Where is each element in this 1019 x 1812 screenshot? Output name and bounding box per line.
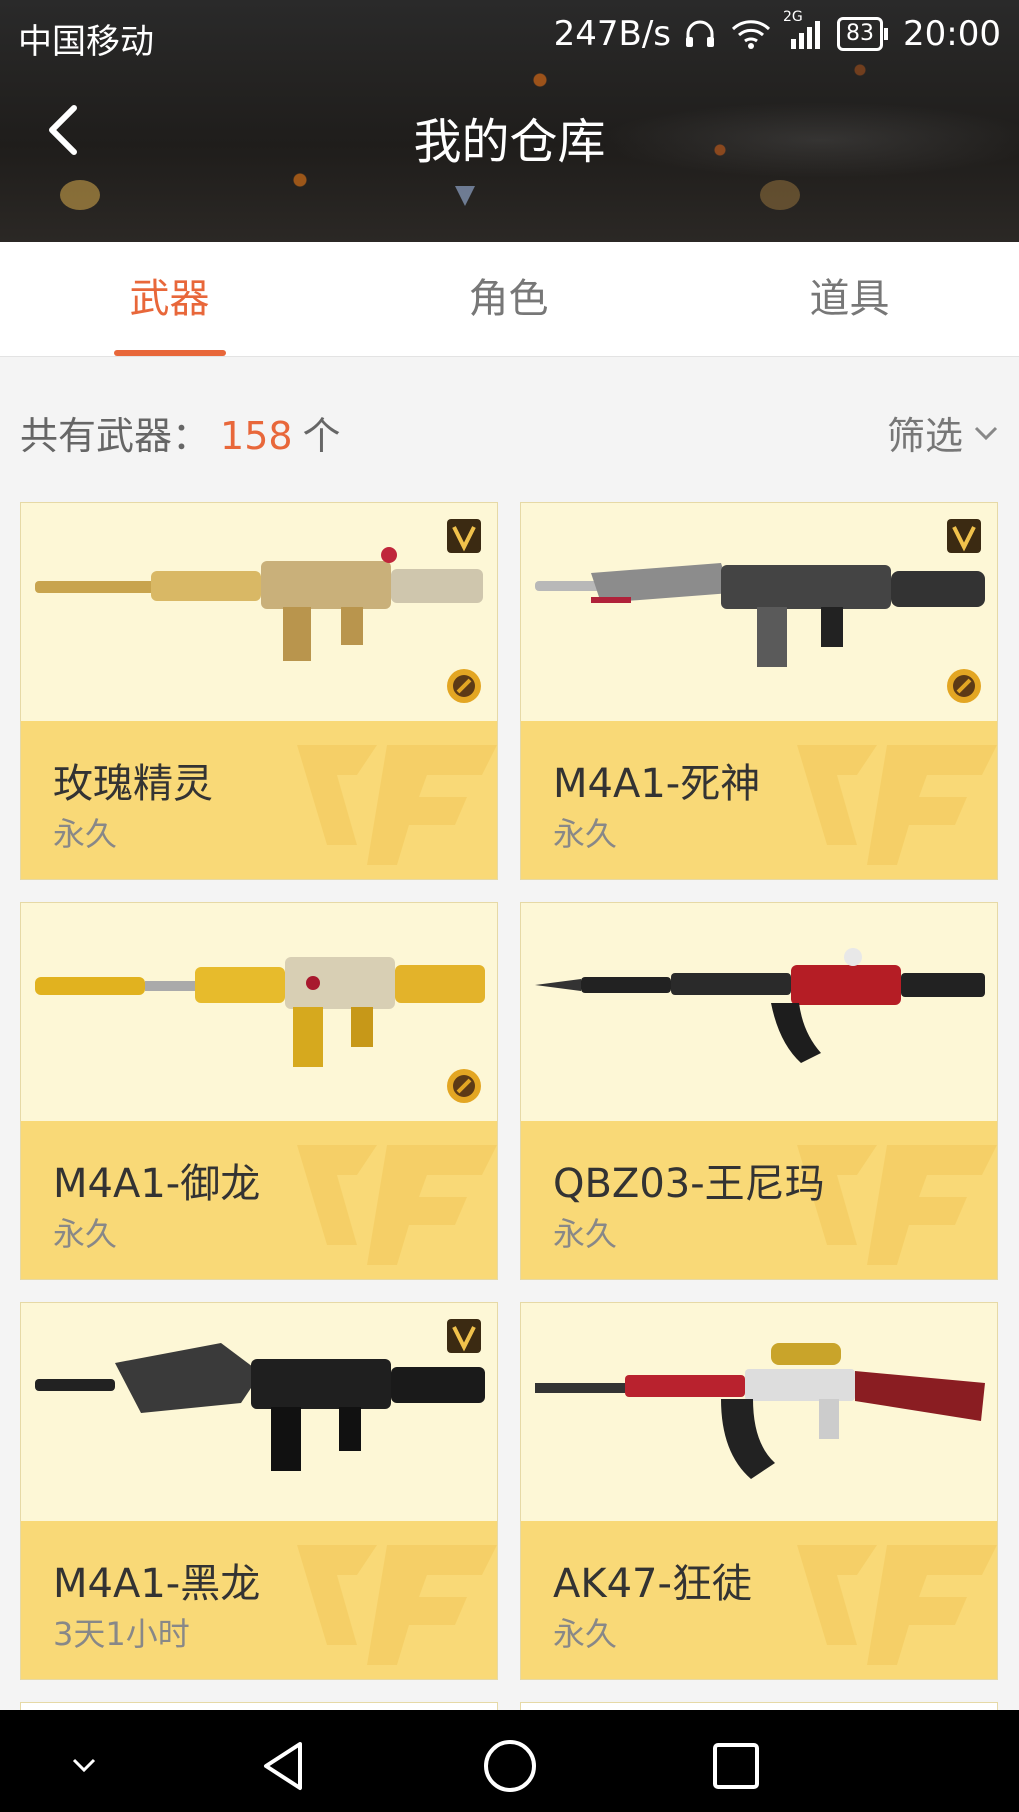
tab-items[interactable]: 道具 (680, 242, 1019, 356)
carrier-label: 中国移动 (18, 22, 154, 62)
battery-indicator: 83 (837, 17, 889, 51)
filter-button[interactable]: 筛选 (887, 405, 1001, 460)
chevron-down-icon (974, 426, 998, 440)
weapon-info: QBZ03-王尼玛 永久 (521, 1121, 997, 1279)
weapon-image (21, 503, 497, 721)
headphones-icon (683, 17, 717, 51)
rifle-illustration (35, 957, 485, 1067)
weapon-card[interactable]: QBZ03-王尼玛 永久 (520, 902, 998, 1280)
page-header: 中国移动 247B/s 2G 83 20:00 我的仓库 (0, 0, 1019, 242)
weapon-name: M4A1-死神 (553, 761, 761, 807)
weapon-info: M4A1-死神 永久 (521, 721, 997, 879)
weapon-duration: 永久 (553, 1615, 618, 1653)
tab-indicator (114, 350, 226, 356)
weapon-image (521, 503, 997, 721)
coin-badge-icon (947, 669, 981, 703)
cf-logo-watermark (797, 1545, 997, 1665)
weapon-image (521, 1303, 997, 1521)
weapon-duration: 永久 (553, 1215, 618, 1253)
weapon-image (21, 903, 497, 1121)
network-speed: 247B/s (553, 14, 672, 54)
weapon-image (21, 1303, 497, 1521)
triangle-back-icon (264, 1742, 302, 1790)
weapon-info: AK47-狂徒 永久 (521, 1521, 997, 1679)
rifle-illustration (535, 563, 985, 667)
page-title: 我的仓库 (413, 114, 606, 170)
cf-logo-watermark (797, 745, 997, 865)
vip-badge-icon (447, 1319, 481, 1353)
signal-icon: 2G (783, 9, 825, 51)
weapon-info: 玫瑰精灵 永久 (21, 721, 497, 879)
network-type: 2G (783, 9, 803, 25)
vip-badge-icon (947, 519, 981, 553)
hide-keyboard-button[interactable] (54, 1736, 114, 1796)
count-prefix: 共有武器： (20, 414, 211, 458)
weapon-name: M4A1-黑龙 (53, 1561, 261, 1607)
weapon-count: 158 (220, 414, 293, 458)
cf-logo-watermark (297, 1545, 497, 1665)
rifle-illustration (35, 547, 483, 661)
rifle-illustration (535, 1343, 985, 1479)
currency-stats (0, 180, 1019, 220)
stat-honor (760, 180, 800, 210)
weapon-card[interactable]: M4A1-死神 永久 (520, 502, 998, 880)
weapon-duration: 永久 (53, 815, 118, 853)
clock: 20:00 (903, 14, 1001, 54)
wifi-icon (729, 17, 773, 51)
weapon-duration: 3天1小时 (53, 1615, 190, 1653)
weapon-name: AK47-狂徒 (553, 1561, 752, 1607)
status-bar: 中国移动 247B/s 2G 83 20:00 (0, 0, 1019, 70)
square-recents-icon (713, 1743, 759, 1789)
weapon-info: M4A1-黑龙 3天1小时 (21, 1521, 497, 1679)
weapon-name: QBZ03-王尼玛 (553, 1161, 825, 1207)
category-tabs: 武器 角色 道具 (0, 242, 1019, 357)
weapon-card[interactable]: 玫瑰精灵 永久 (20, 502, 498, 880)
coin-badge-icon (447, 669, 481, 703)
weapon-name: M4A1-御龙 (53, 1161, 261, 1207)
coin-badge-icon (447, 1069, 481, 1103)
system-nav-bar (0, 1710, 1019, 1812)
weapon-card[interactable]: AK47-狂徒 永久 (520, 1302, 998, 1680)
stat-diamond (450, 180, 480, 210)
weapon-name: 玫瑰精灵 (53, 761, 213, 807)
chevron-down-icon (72, 1758, 96, 1773)
nav-back-button[interactable] (254, 1736, 314, 1796)
weapon-duration: 永久 (53, 1215, 118, 1253)
nav-recents-button[interactable] (706, 1736, 766, 1796)
weapon-image (521, 903, 997, 1121)
weapon-info: M4A1-御龙 永久 (21, 1121, 497, 1279)
honor-icon (760, 180, 800, 210)
weapon-count-summary: 共有武器： 158 个 (20, 405, 341, 460)
gold-coin-icon (60, 180, 100, 210)
count-suffix: 个 (302, 414, 341, 458)
weapon-card[interactable]: M4A1-御龙 永久 (20, 902, 498, 1280)
tab-characters[interactable]: 角色 (339, 242, 678, 356)
rifle-illustration (535, 948, 985, 1063)
weapon-duration: 永久 (553, 815, 618, 853)
vip-badge-icon (447, 519, 481, 553)
cf-logo-watermark (297, 1145, 497, 1265)
circle-home-icon (484, 1740, 536, 1792)
tab-weapons[interactable]: 武器 (0, 242, 339, 356)
stat-gold (60, 180, 100, 210)
status-right: 247B/s 2G 83 20:00 (553, 9, 1001, 54)
nav-bar: 我的仓库 (0, 90, 1019, 180)
diamond-icon (455, 186, 475, 206)
cf-logo-watermark (297, 745, 497, 865)
rifle-illustration (35, 1343, 485, 1471)
weapon-card[interactable]: M4A1-黑龙 3天1小时 (20, 1302, 498, 1680)
nav-home-button[interactable] (480, 1736, 540, 1796)
filter-label: 筛选 (886, 414, 963, 458)
